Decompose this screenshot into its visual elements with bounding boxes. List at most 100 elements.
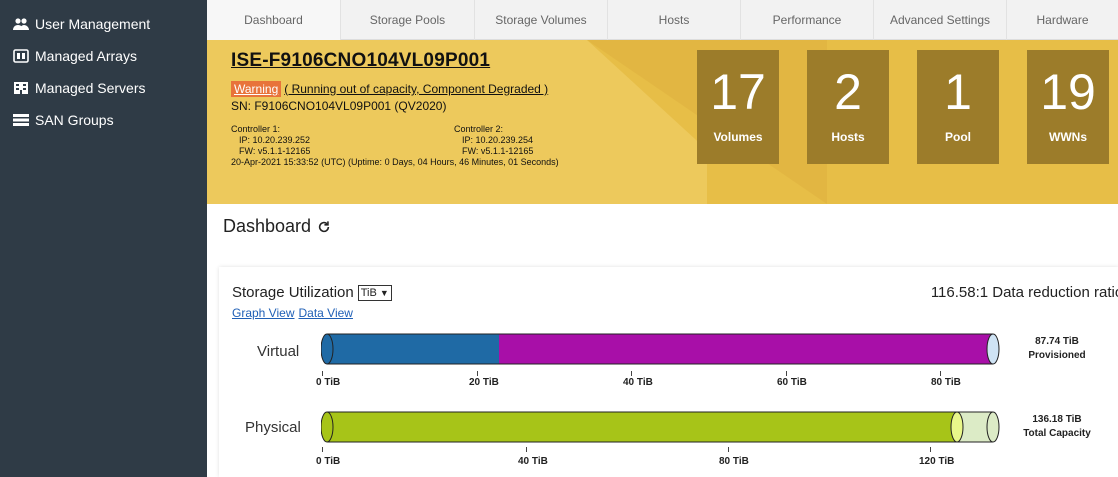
stat-value: 19 [1040,64,1096,120]
virtual-tick-80: 80 TiB [931,377,961,388]
controller-fw: FW: v5.1.1-12165 [462,146,534,156]
stat-wwns[interactable]: 19 WWNs [1027,50,1109,164]
stat-hosts[interactable]: 2 Hosts [807,50,889,164]
timestamp-uptime: 20-Apr-2021 15:33:52 (UTC) (Uptime: 0 Da… [231,157,559,167]
tick-mark [930,447,931,452]
stat-value: 17 [710,64,766,120]
virtual-bar[interactable] [321,333,1007,365]
physical-capacity-value: 136.18 TiB [1032,414,1082,425]
chevron-down-icon: ▼ [379,287,389,298]
controller-fw: FW: v5.1.1-12165 [239,146,311,156]
tab-hardware[interactable]: Hardware [1007,0,1118,40]
controller-1: Controller 1: IP: 10.20.239.252 FW: v5.1… [231,124,454,157]
physical-bar-end-cap [986,411,1000,443]
tab-advanced-settings[interactable]: Advanced Settings [874,0,1007,40]
unit-select[interactable]: TiB ▼ [357,284,392,301]
physical-capacity: 136.18 TiB Total Capacity [1019,413,1095,441]
list-icon [13,113,29,127]
stat-pool[interactable]: 1 Pool [917,50,999,164]
controller-ip: IP: 10.20.239.254 [462,135,534,145]
sidebar-item-san-groups[interactable]: SAN Groups [0,104,207,136]
physical-bar[interactable] [321,411,1007,443]
controller-2: Controller 2: IP: 10.20.239.254 FW: v5.1… [454,124,677,157]
dashboard-title: Dashboard [223,216,312,236]
tab-performance[interactable]: Performance [741,0,874,40]
controllers: Controller 1: IP: 10.20.239.252 FW: v5.1… [231,124,677,157]
warning-badge[interactable]: Warning [231,81,282,97]
tick-mark [526,447,527,452]
tick-mark [631,371,632,376]
array-banner: ISE-F9106CNO104VL09P001 Warning ( Runnin… [207,40,1118,204]
sidebar-item-user-management[interactable]: User Management [0,8,207,40]
stat-volumes[interactable]: 17 Volumes [697,50,779,164]
physical-tick-120: 120 TiB [919,456,955,467]
physical-tick-0: 0 TiB [316,456,341,467]
main-panel: Dashboard Storage Pools Storage Volumes … [207,0,1118,477]
stat-value: 1 [944,64,972,120]
graph-view-link[interactable]: Graph View [232,306,294,320]
virtual-bar-left-cap [321,333,334,365]
sidebar: User Management Managed Arrays Managed S… [0,0,207,477]
physical-bar-used-end [950,411,964,443]
sidebar-item-label: Managed Arrays [35,48,137,64]
tick-mark [728,447,729,452]
virtual-bar-magenta-segment [499,334,993,364]
physical-bar-used-segment [327,412,957,442]
tab-hosts[interactable]: Hosts [608,0,741,40]
refresh-icon[interactable] [317,220,331,234]
tab-storage-volumes[interactable]: Storage Volumes [475,0,608,40]
virtual-capacity-label: Provisioned [1028,350,1086,361]
data-reduction-ratio: 116.58:1 Data reduction ratio* [930,284,1118,301]
tab-dashboard[interactable]: Dashboard [207,0,341,40]
virtual-tick-40: 40 TiB [623,377,653,388]
controller-ip: IP: 10.20.239.252 [239,135,311,145]
stat-label: Hosts [831,130,865,144]
array-icon [13,49,29,63]
tick-mark [322,371,323,376]
tab-bar: Dashboard Storage Pools Storage Volumes … [207,0,1118,40]
app-root: User Management Managed Arrays Managed S… [0,0,1118,477]
storage-utilization-title: Storage Utilization [232,284,354,301]
virtual-tick-60: 60 TiB [777,377,807,388]
tick-mark [322,447,323,452]
sidebar-item-managed-servers[interactable]: Managed Servers [0,72,207,104]
stat-label: Volumes [713,130,763,144]
physical-tick-40: 40 TiB [518,456,548,467]
physical-tick-80: 80 TiB [719,456,749,467]
status-message[interactable]: ( Running out of capacity, Component Deg… [284,82,548,96]
sidebar-item-label: User Management [35,16,151,32]
array-title[interactable]: ISE-F9106CNO104VL09P001 [231,50,677,72]
status-line: Warning ( Running out of capacity, Compo… [231,81,677,97]
sidebar-item-label: Managed Servers [35,80,146,96]
view-links: Graph View Data View [232,306,357,320]
virtual-capacity: 87.74 TiB Provisioned [1019,335,1095,363]
stat-label: WWNs [1049,130,1087,144]
tick-mark [786,371,787,376]
virtual-label: Virtual [257,343,300,360]
virtual-tick-0: 0 TiB [316,377,341,388]
users-icon [13,17,29,31]
storage-utilization-card: Storage Utilization TiB ▼ Graph View Data… [219,267,1118,477]
unit-select-value: TiB [360,286,377,299]
physical-capacity-label: Total Capacity [1023,428,1091,439]
virtual-tick-20: 20 TiB [469,377,499,388]
controller-title: Controller 1: [231,124,281,134]
tab-storage-pools[interactable]: Storage Pools [341,0,475,40]
virtual-bar-end-cap [986,333,1000,365]
virtual-bar-blue-segment [327,334,499,364]
controller-title: Controller 2: [454,124,504,134]
stat-value: 2 [834,64,862,120]
page-title: Dashboard [223,216,331,237]
array-info: ISE-F9106CNO104VL09P001 Warning ( Runnin… [231,50,677,168]
serial-number: SN: F9106CNO104VL09P001 (QV2020) [231,99,447,113]
virtual-capacity-value: 87.74 TiB [1035,336,1079,347]
physical-label: Physical [245,419,301,436]
sidebar-item-label: SAN Groups [35,112,114,128]
data-view-link[interactable]: Data View [298,306,352,320]
stat-label: Pool [945,130,971,144]
tick-mark [940,371,941,376]
physical-bar-left-cap [321,411,334,443]
sidebar-item-managed-arrays[interactable]: Managed Arrays [0,40,207,72]
servers-icon [13,81,29,95]
card-title: Storage Utilization TiB ▼ [232,284,392,301]
